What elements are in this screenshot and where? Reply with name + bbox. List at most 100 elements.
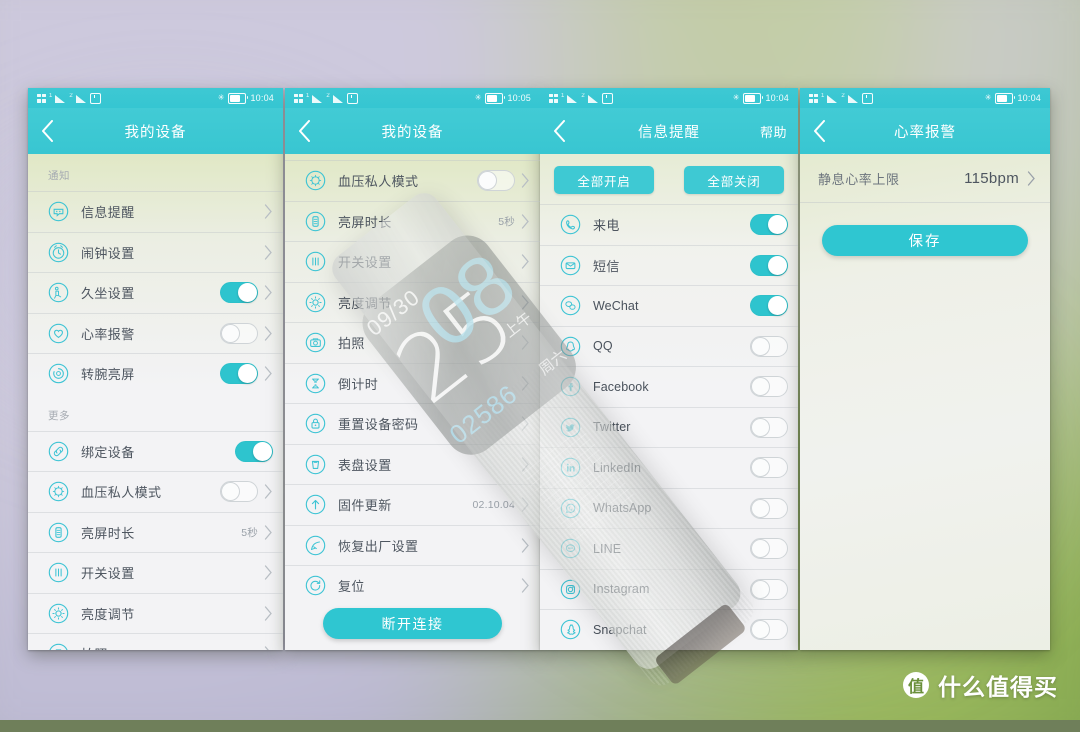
- disable-all-button[interactable]: 全部关闭: [684, 166, 784, 194]
- phone-panel-1: 1 2 ✳ 10:04 我的设备 通知 信息提醒 闹钟设置 久坐设置 心率报警 …: [28, 88, 283, 650]
- list-item[interactable]: LINE: [540, 528, 798, 569]
- toggle-switch[interactable]: [750, 254, 788, 276]
- list-item-label: 表盘设置: [338, 457, 392, 473]
- alarm-icon: [48, 242, 69, 263]
- save-button[interactable]: 保存: [822, 225, 1028, 256]
- heart-alarm-form[interactable]: 静息心率上限 115bpm 保存: [800, 154, 1050, 650]
- list-item[interactable]: [540, 649, 798, 650]
- battery-icon: [995, 92, 1016, 104]
- status-time: 10:04: [250, 93, 274, 103]
- list-item[interactable]: 倒计时: [285, 362, 540, 404]
- status-bar: 1 2 ✳ 10:05: [285, 88, 540, 108]
- list-item[interactable]: 亮度调节: [285, 281, 540, 323]
- page-title: 我的设备: [381, 124, 444, 141]
- help-button[interactable]: 帮助: [760, 122, 787, 141]
- list-item[interactable]: 亮屏时长 5秒: [28, 511, 283, 553]
- list-item[interactable]: Twitter: [540, 406, 798, 448]
- status-time: 10:05: [507, 93, 531, 103]
- toggle-switch[interactable]: [750, 578, 788, 600]
- toggle-switch[interactable]: [750, 619, 788, 641]
- list-item-label: 拍照: [81, 644, 108, 650]
- list-item[interactable]: 绑定设备: [28, 430, 283, 472]
- list-item[interactable]: WhatsApp: [540, 487, 798, 529]
- notification-list[interactable]: 全部开启 全部关闭 来电 短信 WeChat QQ Facebook Twitt…: [540, 154, 798, 650]
- back-button[interactable]: [800, 108, 838, 154]
- list-item[interactable]: 心率报警: [28, 312, 283, 354]
- bluetooth-icon: ✳: [984, 93, 992, 102]
- watermark-text: 什么值得买: [938, 674, 1058, 700]
- list-item[interactable]: 表盘设置: [285, 443, 540, 485]
- list-item[interactable]: 复位: [285, 565, 540, 606]
- list-item[interactable]: 血压私人模式: [28, 471, 283, 512]
- list-item[interactable]: 开关设置: [285, 241, 540, 282]
- chevron-right-icon: [264, 366, 273, 381]
- list-item[interactable]: LinkedIn: [540, 447, 798, 488]
- toggle-switch[interactable]: [750, 295, 788, 317]
- back-button[interactable]: [28, 108, 66, 154]
- toggle-switch[interactable]: [220, 481, 258, 503]
- list-item[interactable]: Facebook: [540, 366, 798, 407]
- settings-list-1[interactable]: 通知 信息提醒 闹钟设置 久坐设置 心率报警 转腕亮屏 更多 绑定设备 血压私人…: [28, 154, 283, 650]
- toggle-switch[interactable]: [750, 214, 788, 236]
- status-bar: 1 2 ✳ 10:04: [540, 88, 798, 108]
- toggle-switch[interactable]: [220, 363, 258, 385]
- brightness-icon: [305, 292, 326, 313]
- list-item[interactable]: 亮屏时长 5秒: [285, 200, 540, 242]
- list-item-label: 短信: [593, 258, 620, 274]
- list-item[interactable]: 血压私人模式: [285, 160, 540, 201]
- list-item[interactable]: 重置设备密码: [285, 403, 540, 444]
- list-item-value: 5秒: [241, 526, 258, 539]
- list-item[interactable]: QQ: [540, 325, 798, 367]
- page-title: 我的设备: [124, 124, 187, 141]
- list-item[interactable]: 恢复出厂设置: [285, 524, 540, 566]
- list-item[interactable]: 固件更新 02.10.04: [285, 484, 540, 525]
- toggle-switch[interactable]: [220, 322, 258, 344]
- list-item[interactable]: 闹钟设置: [28, 231, 283, 273]
- list-item[interactable]: 亮度调节: [28, 592, 283, 634]
- factory-icon: [305, 535, 326, 556]
- signal-icon-1: [827, 94, 838, 103]
- list-item[interactable]: 拍照: [28, 633, 283, 650]
- list-item[interactable]: 转腕亮屏: [28, 353, 283, 394]
- list-item[interactable]: 久坐设置: [28, 272, 283, 313]
- toggle-switch[interactable]: [477, 170, 515, 192]
- list-item-label: 来电: [593, 218, 620, 234]
- screenshot-panels: 1 2 ✳ 10:04 我的设备 通知 信息提醒 闹钟设置 久坐设置 心率报警 …: [0, 0, 1080, 720]
- update-icon: [305, 494, 326, 515]
- list-item[interactable]: 来电: [540, 204, 798, 245]
- list-item[interactable]: 短信: [540, 244, 798, 286]
- list-item-label: 心率报警: [81, 326, 135, 342]
- toggle-switch[interactable]: [750, 457, 788, 479]
- list-item[interactable]: Snapchat: [540, 609, 798, 650]
- status-time: 10:04: [1017, 93, 1041, 103]
- alarm-clock-icon: [601, 92, 613, 104]
- back-button[interactable]: [540, 108, 578, 154]
- chevron-right-icon: [521, 416, 530, 431]
- whatsapp-icon: [560, 498, 581, 519]
- resting-hr-limit-row[interactable]: 静息心率上限 115bpm: [800, 154, 1050, 203]
- list-item[interactable]: 信息提醒: [28, 191, 283, 232]
- toggle-switch[interactable]: [750, 416, 788, 438]
- toggle-switch[interactable]: [750, 538, 788, 560]
- list-item[interactable]: WeChat: [540, 285, 798, 326]
- list-item-label: Snapchat: [593, 622, 647, 637]
- chevron-right-icon: [264, 646, 273, 650]
- toggle-switch[interactable]: [750, 335, 788, 357]
- enable-all-button[interactable]: 全部开启: [554, 166, 654, 194]
- toggle-switch[interactable]: [235, 440, 273, 462]
- alarm-clock-icon: [89, 92, 101, 104]
- settings-list-2[interactable]: 血压私人模式 亮屏时长 5秒 开关设置 亮度调节 拍照 倒计时 重置设备密码 表…: [285, 154, 540, 650]
- list-item-label: Facebook: [593, 379, 649, 394]
- list-item[interactable]: 开关设置: [28, 552, 283, 593]
- list-item[interactable]: 拍照: [285, 322, 540, 363]
- chevron-right-icon: [521, 173, 530, 188]
- chevron-right-icon: [521, 376, 530, 391]
- toggle-switch[interactable]: [220, 282, 258, 304]
- toggle-switch[interactable]: [750, 376, 788, 398]
- disconnect-button[interactable]: 断开连接: [323, 608, 502, 639]
- status-bar: 1 2 ✳ 10:04: [28, 88, 283, 108]
- signal-icon-1: [312, 94, 323, 103]
- list-item[interactable]: Instagram: [540, 568, 798, 610]
- back-button[interactable]: [285, 108, 323, 154]
- toggle-switch[interactable]: [750, 497, 788, 519]
